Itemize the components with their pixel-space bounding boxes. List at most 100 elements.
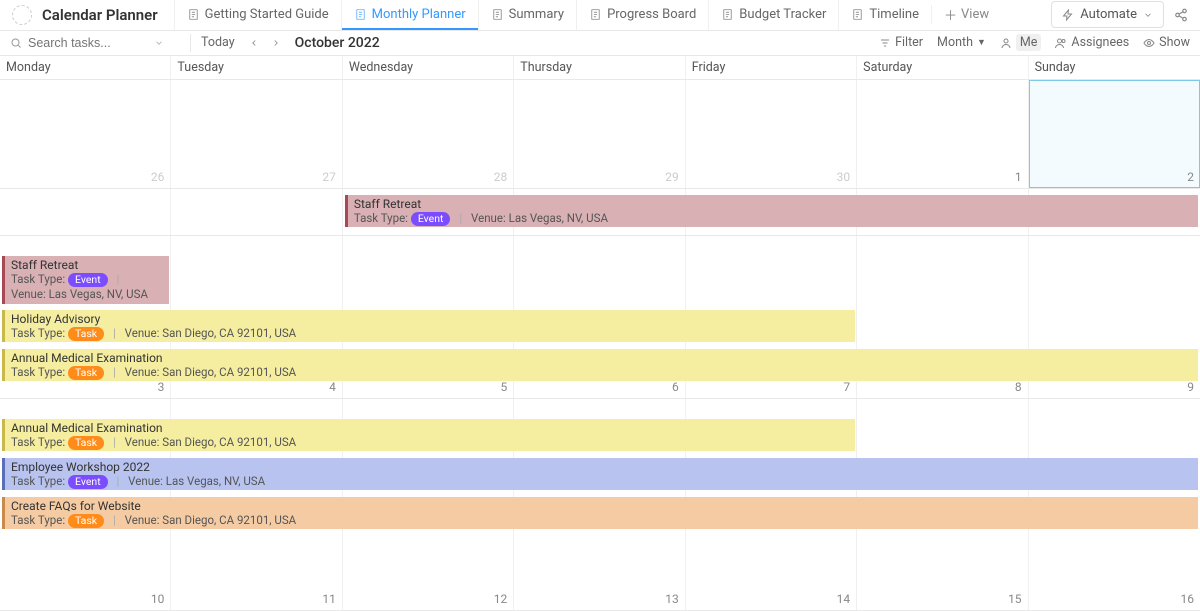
task-type-label: Task Type:	[11, 365, 65, 379]
calendar-cell[interactable]: 2	[1029, 80, 1200, 188]
chevron-down-icon	[1143, 10, 1153, 20]
venue-label: Venue:	[125, 513, 160, 527]
today-button[interactable]: Today	[201, 35, 235, 50]
filter-button[interactable]: Filter	[879, 35, 923, 50]
venue-label: Venue:	[471, 211, 506, 225]
tab-label: Budget Tracker	[739, 7, 826, 22]
day-number: 15	[1008, 592, 1022, 606]
tab-timeline[interactable]: Timeline	[838, 0, 931, 30]
divider: |	[113, 435, 116, 449]
venue-value: Las Vegas, NV, USA	[49, 287, 148, 301]
venue-value: San Diego, CA 92101, USA	[162, 326, 296, 340]
calendar-cell[interactable]: 1	[857, 80, 1028, 188]
tab-summary[interactable]: Summary	[478, 0, 576, 30]
doc-icon	[851, 8, 864, 21]
next-month-button[interactable]	[267, 34, 285, 52]
users-icon	[1055, 37, 1067, 49]
task-type-label: Task Type:	[11, 474, 65, 488]
tab-progress-board[interactable]: Progress Board	[576, 0, 708, 30]
show-button[interactable]: Show	[1143, 35, 1190, 50]
prev-month-button[interactable]	[245, 34, 263, 52]
calendar-cell[interactable]: 27	[171, 80, 342, 188]
search-input-wrap[interactable]	[10, 36, 180, 50]
calendar-cell[interactable]: 29	[514, 80, 685, 188]
event-create-faqs[interactable]: Create FAQs for Website Task Type: Task …	[2, 497, 1198, 529]
day-header: Saturday	[857, 56, 1028, 79]
add-view-button[interactable]: ＋ View	[931, 5, 1001, 24]
tab-label: Timeline	[869, 7, 919, 22]
event-title: Annual Medical Examination	[11, 421, 849, 435]
calendar-cell[interactable]: 30	[686, 80, 857, 188]
search-input[interactable]	[28, 36, 148, 50]
divider: |	[113, 513, 116, 527]
day-number: 9	[1187, 380, 1194, 394]
badge-task: Task	[68, 514, 104, 528]
venue-value: San Diego, CA 92101, USA	[162, 513, 296, 527]
divider	[190, 34, 191, 52]
add-view-label: View	[961, 7, 989, 22]
me-label: Me	[1016, 34, 1042, 51]
event-staff-retreat-2[interactable]: Staff Retreat Task Type: Event | Venue: …	[2, 256, 169, 304]
badge-task: Task	[68, 366, 104, 380]
day-number: 14	[837, 592, 851, 606]
day-number: 16	[1181, 592, 1195, 606]
tab-budget-tracker[interactable]: Budget Tracker	[708, 0, 838, 30]
event-staff-retreat[interactable]: Staff Retreat Task Type: Event | Venue: …	[345, 195, 1198, 227]
divider: |	[117, 272, 120, 286]
page-icon[interactable]	[12, 5, 32, 25]
share-icon	[1174, 8, 1188, 22]
day-number: 13	[665, 592, 679, 606]
tab-label: Getting Started Guide	[205, 7, 329, 22]
day-number: 28	[494, 170, 508, 184]
event-title: Staff Retreat	[11, 258, 163, 272]
event-title: Create FAQs for Website	[11, 499, 1192, 513]
day-number: 3	[158, 380, 165, 394]
tab-monthly-planner[interactable]: Monthly Planner	[341, 0, 478, 30]
share-button[interactable]	[1170, 4, 1192, 26]
doc-icon	[491, 8, 504, 21]
day-number: 2	[1187, 170, 1194, 184]
search-icon	[10, 37, 22, 49]
tab-getting-started-guide[interactable]: Getting Started Guide	[174, 0, 341, 30]
event-annual-medical[interactable]: Annual Medical Examination Task Type: Ta…	[2, 349, 1198, 381]
doc-icon	[354, 8, 367, 21]
period-select[interactable]: Month ▼	[937, 35, 986, 50]
day-number: 29	[665, 170, 679, 184]
venue-label: Venue:	[125, 326, 160, 340]
chevron-down-icon[interactable]	[154, 38, 164, 48]
event-title: Annual Medical Examination	[11, 351, 1192, 365]
venue-label: Venue:	[128, 474, 163, 488]
day-header: Monday	[0, 56, 171, 79]
doc-icon	[187, 8, 200, 21]
calendar-cell[interactable]	[0, 189, 171, 235]
chevron-right-icon	[271, 38, 281, 48]
event-holiday-advisory[interactable]: Holiday Advisory Task Type: Task | Venue…	[2, 310, 855, 342]
venue-value: San Diego, CA 92101, USA	[162, 435, 296, 449]
show-label: Show	[1159, 35, 1190, 50]
automate-button[interactable]: Automate	[1051, 1, 1164, 28]
day-number: 26	[151, 170, 165, 184]
venue-label: Venue:	[125, 435, 160, 449]
day-header: Tuesday	[171, 56, 342, 79]
calendar-cell[interactable]: 28	[343, 80, 514, 188]
assignees-label: Assignees	[1071, 35, 1129, 50]
event-annual-medical-2[interactable]: Annual Medical Examination Task Type: Ta…	[2, 419, 855, 451]
day-number: 27	[322, 170, 336, 184]
task-type-label: Task Type:	[11, 272, 65, 286]
caret-down-icon: ▼	[977, 37, 986, 48]
assignees-button[interactable]: Assignees	[1055, 35, 1129, 50]
divider: |	[459, 211, 462, 225]
divider: |	[113, 365, 116, 379]
tab-label: Monthly Planner	[372, 7, 466, 22]
calendar-cell[interactable]: 26	[0, 80, 171, 188]
divider: |	[117, 474, 120, 488]
task-type-label: Task Type:	[11, 326, 65, 340]
divider: |	[113, 326, 116, 340]
me-filter[interactable]: Me	[1000, 34, 1042, 51]
badge-event: Event	[411, 212, 451, 226]
badge-event: Event	[68, 273, 108, 287]
event-employee-workshop[interactable]: Employee Workshop 2022 Task Type: Event …	[2, 458, 1198, 490]
automate-label: Automate	[1080, 7, 1137, 22]
task-type-label: Task Type:	[11, 435, 65, 449]
calendar-cell[interactable]	[171, 189, 342, 235]
